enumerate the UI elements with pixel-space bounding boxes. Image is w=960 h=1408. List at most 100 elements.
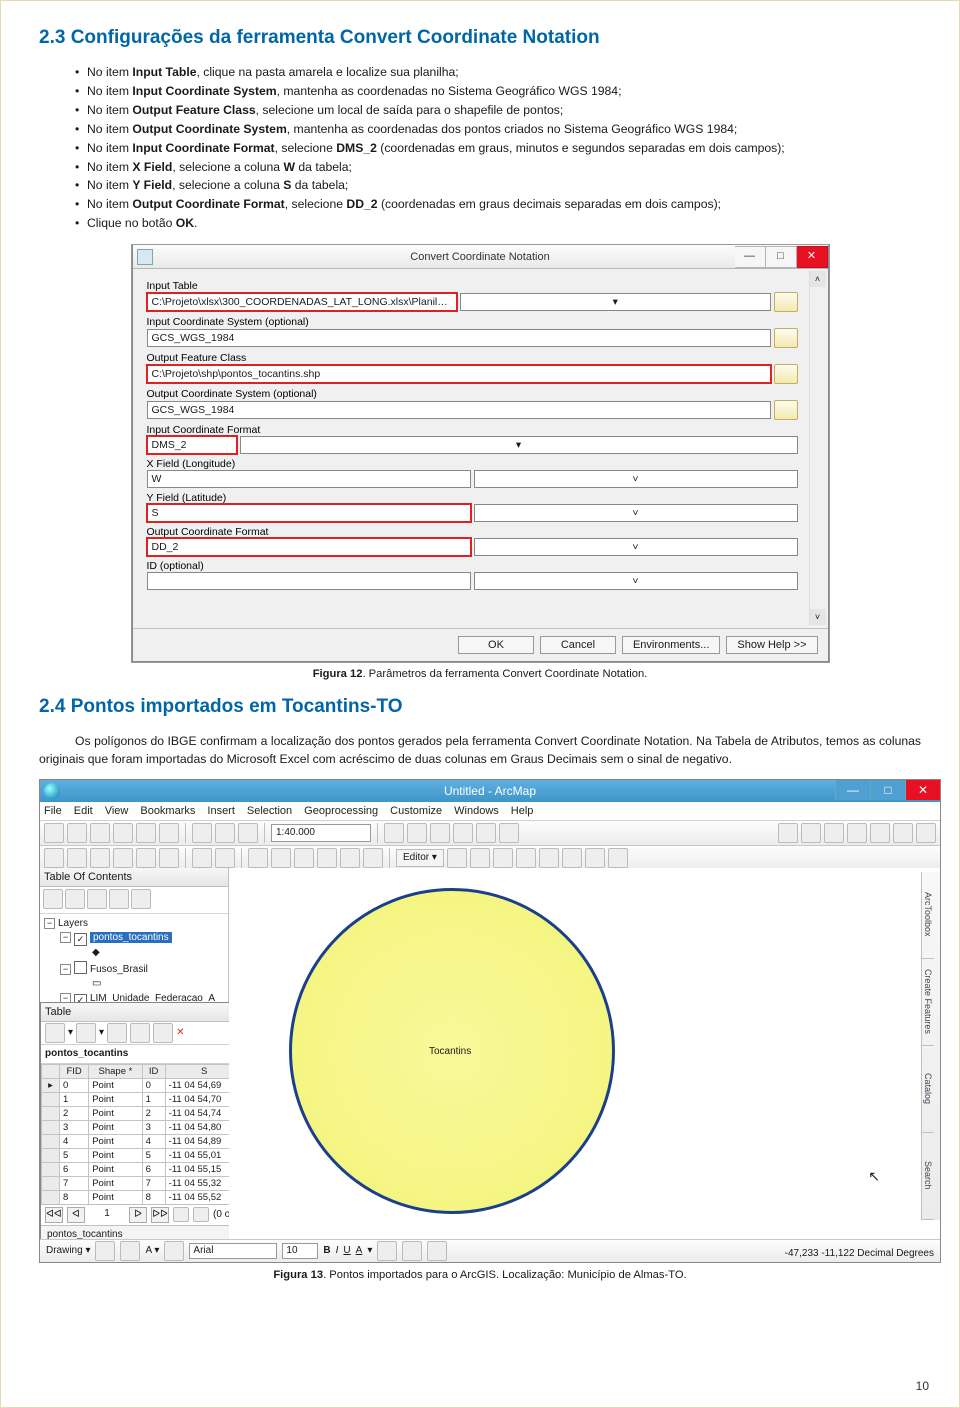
tool-icon[interactable] <box>215 823 235 843</box>
menu-item[interactable]: View <box>105 805 129 817</box>
tool-icon[interactable] <box>192 848 212 868</box>
tool-icon[interactable] <box>113 823 133 843</box>
font-select[interactable]: Arial <box>189 1243 277 1259</box>
italic-button[interactable]: I <box>336 1245 339 1256</box>
showhelp-button[interactable]: Show Help >> <box>726 636 817 654</box>
tool-icon[interactable] <box>248 848 268 868</box>
menu-item[interactable]: Insert <box>207 805 235 817</box>
menu-item[interactable]: Customize <box>390 805 442 817</box>
icf-dropdown[interactable]: ▾ <box>240 436 798 454</box>
ok-button[interactable]: OK <box>458 636 534 654</box>
tool-icon[interactable] <box>870 823 890 843</box>
menu-item[interactable]: Selection <box>247 805 292 817</box>
line-color-icon[interactable] <box>402 1241 422 1261</box>
environments-button[interactable]: Environments... <box>622 636 720 654</box>
layers-node[interactable]: Layers <box>58 918 88 929</box>
tool-icon[interactable] <box>778 823 798 843</box>
measure-icon[interactable] <box>340 848 360 868</box>
layer-fusos[interactable]: Fusos_Brasil <box>90 964 148 975</box>
cancel-button[interactable]: Cancel <box>540 636 616 654</box>
tool-icon[interactable] <box>159 848 179 868</box>
icf-field[interactable]: DMS_2 <box>147 436 237 454</box>
tool-icon[interactable] <box>363 848 383 868</box>
tool-icon[interactable] <box>238 823 258 843</box>
tool-icon[interactable] <box>916 823 936 843</box>
tool-icon[interactable] <box>847 823 867 843</box>
map-view[interactable]: Tocantins ↖ <box>229 868 940 1240</box>
table-header-cell[interactable]: FID <box>60 1064 89 1078</box>
tool-icon[interactable] <box>499 823 519 843</box>
toc-tool-icon[interactable] <box>87 889 107 909</box>
select-icon[interactable] <box>95 1241 115 1261</box>
input-table-dropdown[interactable]: ▾ <box>460 293 771 311</box>
arcmap-max-button[interactable]: □ <box>870 780 905 800</box>
tool-icon[interactable] <box>801 823 821 843</box>
ics-field[interactable]: GCS_WGS_1984 <box>147 329 771 347</box>
menu-item[interactable]: Geoprocessing <box>304 805 378 817</box>
ocf-field[interactable]: DD_2 <box>147 538 471 556</box>
scale-input[interactable]: 1:40.000 <box>271 824 371 842</box>
tool-icon[interactable] <box>317 848 337 868</box>
tool-icon[interactable] <box>136 848 156 868</box>
id-field[interactable] <box>147 572 471 590</box>
drawing-menu[interactable]: Drawing ▾ <box>46 1245 90 1256</box>
identify-icon[interactable] <box>271 848 291 868</box>
layer-checkbox[interactable] <box>74 933 87 946</box>
collapse-icon[interactable]: − <box>44 918 55 929</box>
nav-tool-icon[interactable] <box>173 1207 189 1222</box>
layer-checkbox[interactable] <box>74 961 87 974</box>
side-tab[interactable]: Search <box>922 1133 934 1220</box>
scroll-down-icon[interactable]: ˅ <box>810 609 826 625</box>
collapse-icon[interactable]: − <box>60 932 71 943</box>
font-color-icon[interactable] <box>164 1241 184 1261</box>
tool-icon[interactable] <box>90 823 110 843</box>
arcmap-min-button[interactable]: — <box>835 780 870 800</box>
ofc-field[interactable]: C:\Projeto\shp\pontos_tocantins.shp <box>147 365 771 383</box>
underline-button[interactable]: U <box>343 1245 350 1256</box>
tool-icon[interactable] <box>67 823 87 843</box>
menu-item[interactable]: Bookmarks <box>140 805 195 817</box>
layer-pontos[interactable]: pontos_tocantins <box>90 932 172 943</box>
nav-position-input[interactable]: 1 <box>89 1208 125 1221</box>
bold-button[interactable]: B <box>323 1245 330 1256</box>
draw-rect-icon[interactable] <box>120 1241 140 1261</box>
zoom-in-icon[interactable] <box>44 848 64 868</box>
side-tab[interactable]: ArcToolbox <box>922 872 934 959</box>
yf-dropdown[interactable]: ˅ <box>474 504 798 522</box>
nav-last-button[interactable]: ᐅᐅ <box>151 1207 169 1223</box>
ics-browse-button[interactable] <box>774 328 798 348</box>
nav-tool-icon[interactable] <box>193 1207 209 1222</box>
font-size-select[interactable]: 10 <box>282 1243 318 1259</box>
ofc-browse-button[interactable] <box>774 364 798 384</box>
text-align-button[interactable]: A <box>356 1245 363 1256</box>
tool-icon[interactable] <box>215 848 235 868</box>
toc-tool-icon[interactable] <box>131 889 151 909</box>
linewidth-icon[interactable] <box>427 1241 447 1261</box>
dialog-scrollbar[interactable]: ˄ ˅ <box>809 271 826 625</box>
side-tab[interactable]: Create Features <box>922 959 934 1046</box>
input-table-browse-button[interactable] <box>774 292 798 312</box>
minimize-button[interactable]: — <box>735 246 766 268</box>
tool-icon[interactable] <box>430 823 450 843</box>
close-button[interactable]: ✕ <box>797 246 828 268</box>
table-header-cell[interactable]: ID <box>142 1064 165 1078</box>
toc-tool-icon[interactable] <box>43 889 63 909</box>
tool-icon[interactable] <box>476 823 496 843</box>
toc-tool-icon[interactable] <box>109 889 129 909</box>
arcmap-close-button[interactable]: ✕ <box>905 780 940 800</box>
tool-icon[interactable] <box>159 823 179 843</box>
tool-icon[interactable] <box>192 823 212 843</box>
zoom-out-icon[interactable] <box>67 848 87 868</box>
table-tool-icon[interactable] <box>107 1023 127 1043</box>
nav-first-button[interactable]: ᐊᐊ <box>45 1207 63 1223</box>
menu-item[interactable]: File <box>44 805 62 817</box>
xf-field[interactable]: W <box>147 470 471 488</box>
ocs-field[interactable]: GCS_WGS_1984 <box>147 401 771 419</box>
nav-next-button[interactable]: ᐅ <box>129 1207 147 1223</box>
tool-icon[interactable] <box>824 823 844 843</box>
table-tool-icon[interactable] <box>45 1023 65 1043</box>
fill-color-icon[interactable] <box>377 1241 397 1261</box>
find-icon[interactable] <box>294 848 314 868</box>
nav-prev-button[interactable]: ᐊ <box>67 1207 85 1223</box>
table-header-cell[interactable]: Shape * <box>89 1064 142 1078</box>
